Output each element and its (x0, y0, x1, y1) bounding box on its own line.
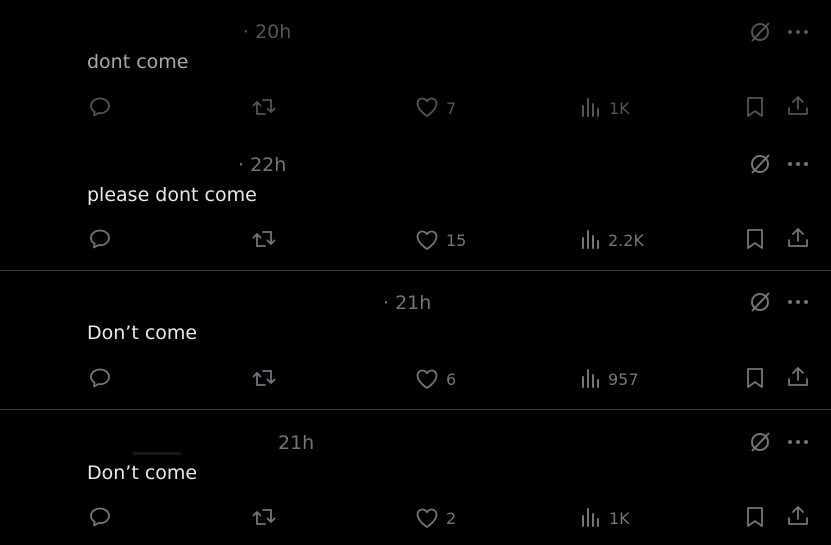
post-time[interactable]: · 21h (383, 292, 431, 314)
share-icon[interactable] (786, 365, 810, 389)
heart-icon[interactable] (415, 96, 439, 118)
reply-icon[interactable] (88, 95, 112, 119)
grok-icon[interactable] (748, 20, 772, 44)
like-count: 15 (446, 231, 467, 250)
repost-icon[interactable] (251, 366, 277, 390)
post-text: Don’t come (87, 322, 198, 344)
post-text: dont come (87, 51, 189, 73)
views-icon[interactable] (580, 505, 602, 529)
reply-icon[interactable] (88, 227, 112, 251)
share-icon[interactable] (786, 94, 810, 118)
bookmark-icon[interactable] (744, 95, 766, 119)
heart-icon[interactable] (415, 368, 439, 390)
bookmark-icon[interactable] (744, 366, 766, 390)
heart-icon[interactable] (415, 507, 439, 529)
post-1[interactable]: · 20h dont come 7 1K (0, 0, 831, 135)
post-4[interactable]: 21h Don’t come 2 1K (0, 410, 831, 545)
views-icon[interactable] (580, 227, 602, 251)
redacted-name (133, 452, 181, 455)
bookmark-icon[interactable] (744, 505, 766, 529)
post-3[interactable]: · 21h Don’t come 6 957 (0, 271, 831, 409)
view-count: 1K (609, 509, 630, 528)
share-icon[interactable] (786, 226, 810, 250)
more-icon[interactable] (786, 290, 810, 314)
repost-icon[interactable] (251, 505, 277, 529)
more-icon[interactable] (786, 20, 810, 44)
view-count: 1K (609, 99, 630, 118)
reply-icon[interactable] (88, 505, 112, 529)
more-icon[interactable] (786, 152, 810, 176)
reply-icon[interactable] (88, 366, 112, 390)
grok-icon[interactable] (748, 290, 772, 314)
more-icon[interactable] (786, 430, 810, 454)
view-count: 2.2K (608, 231, 644, 250)
views-icon[interactable] (580, 95, 602, 119)
grok-icon[interactable] (748, 430, 772, 454)
post-2[interactable]: · 22h please dont come 15 2.2K (0, 135, 831, 270)
like-count: 6 (446, 370, 457, 389)
view-count: 957 (608, 370, 639, 389)
like-count: 2 (446, 509, 457, 528)
post-text: please dont come (87, 184, 257, 206)
repost-icon[interactable] (251, 227, 277, 251)
grok-icon[interactable] (748, 152, 772, 176)
heart-icon[interactable] (415, 229, 439, 251)
repost-icon[interactable] (251, 95, 277, 119)
post-time[interactable]: 21h (278, 432, 314, 454)
post-text: Don’t come (87, 462, 198, 484)
post-time[interactable]: · 22h (238, 154, 286, 176)
bookmark-icon[interactable] (744, 227, 766, 251)
like-count: 7 (446, 99, 457, 118)
post-time[interactable]: · 20h (243, 21, 291, 43)
share-icon[interactable] (786, 504, 810, 528)
views-icon[interactable] (580, 366, 602, 390)
